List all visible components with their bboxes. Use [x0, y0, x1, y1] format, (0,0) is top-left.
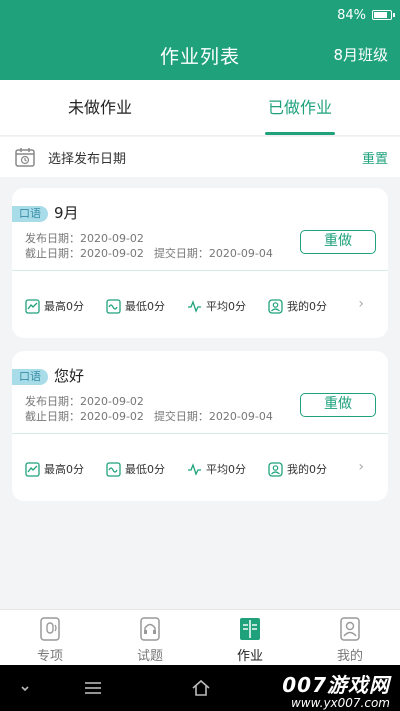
stat-avg-label: 平均0分 [206, 463, 246, 476]
app-header: 84% 作业列表 8月班级 [0, 0, 400, 80]
pulse-icon [188, 299, 201, 313]
date-row: 截止日期：2020-09-02 提交日期：2020-09-04 [25, 245, 273, 261]
submit-date: 提交日期：2020-09-04 [153, 410, 273, 423]
tab-bar: 未做作业 已做作业 [0, 80, 400, 136]
headphones-icon [140, 617, 160, 641]
trend-up-icon [25, 298, 40, 314]
stat-mine-label: 我的0分 [287, 300, 327, 313]
stat-min-label: 最低0分 [125, 300, 165, 313]
stat-mine: 我的0分 [268, 298, 327, 314]
date-row: 截止日期：2020-09-02 提交日期：2020-09-04 [25, 408, 273, 424]
battery-icon [372, 10, 395, 20]
stat-avg: 平均0分 [187, 461, 246, 477]
submit-date: 提交日期：2020-09-04 [153, 247, 273, 260]
user-icon [268, 461, 283, 477]
person-icon [340, 617, 360, 641]
stat-max: 最高0分 [25, 461, 84, 477]
type-badge: 口语 [12, 206, 48, 222]
nav-label: 专项 [36, 649, 63, 664]
publish-date: 发布日期：2020-09-02 [25, 232, 144, 245]
pulse-icon [188, 462, 201, 476]
stat-avg-label: 平均0分 [206, 300, 246, 313]
score-stats: 最高0分 最低0分 平均0分 我的0分 [25, 461, 349, 477]
book-icon [240, 618, 260, 640]
class-selector[interactable]: 8月班级 [333, 44, 388, 65]
status-bar: 84% [337, 6, 395, 24]
homework-card[interactable]: 口语 9月 发布日期：2020-09-02 截止日期：2020-09-02 提交日… [12, 188, 388, 338]
stat-min-label: 最低0分 [125, 463, 165, 476]
watermark: 007游戏网 www.yx007.com [282, 669, 390, 710]
deadline-date: 截止日期：2020-09-02 [25, 247, 144, 260]
tab-done[interactable]: 已做作业 [200, 80, 400, 135]
stat-avg: 平均0分 [187, 298, 246, 314]
stat-max-label: 最高0分 [44, 300, 84, 313]
trend-up-icon [25, 461, 40, 477]
system-navigation-bar: 007游戏网 www.yx007.com [0, 665, 400, 711]
tab-undone[interactable]: 未做作业 [0, 80, 200, 135]
chevron-right-icon[interactable]: › [358, 459, 364, 475]
nav-label: 作业 [236, 649, 263, 664]
homework-card[interactable]: 口语 您好 发布日期：2020-09-02 截止日期：2020-09-02 提交日… [12, 351, 388, 501]
homework-title: 您好 [54, 367, 85, 385]
nav-item-special[interactable]: 专项 [0, 610, 100, 665]
reset-button[interactable]: 重置 [362, 148, 388, 167]
type-badge: 口语 [12, 369, 48, 385]
score-stats: 最高0分 最低0分 平均0分 我的0分 [25, 298, 349, 314]
nav-label: 我的 [336, 649, 363, 664]
calendar-icon [15, 148, 35, 167]
nav-label: 试题 [136, 649, 163, 664]
stat-min: 最低0分 [106, 461, 165, 477]
filter-label: 选择发布日期 [48, 152, 127, 167]
watermark-url: www.yx007.com [290, 696, 390, 710]
stat-max-label: 最高0分 [44, 463, 84, 476]
stat-mine-label: 我的0分 [287, 463, 327, 476]
user-icon [268, 298, 283, 314]
stat-max: 最高0分 [25, 298, 84, 314]
chevron-down-icon[interactable] [14, 677, 36, 699]
redo-button[interactable]: 重做 [300, 230, 376, 254]
homework-title: 9月 [54, 204, 79, 222]
menu-icon[interactable] [82, 677, 104, 699]
wave-icon [106, 461, 121, 477]
battery-percent: 84% [337, 7, 366, 23]
bottom-nav: 专项 试题 作业 我的 [0, 609, 400, 665]
deadline-date: 截止日期：2020-09-02 [25, 410, 144, 423]
nav-item-homework[interactable]: 作业 [200, 610, 300, 665]
nav-item-exam[interactable]: 试题 [100, 610, 200, 665]
chevron-right-icon[interactable]: › [358, 296, 364, 312]
divider [12, 270, 388, 271]
wave-icon [106, 298, 121, 314]
home-icon[interactable] [190, 677, 212, 699]
date-filter[interactable]: 选择发布日期 重置 [0, 137, 400, 177]
stat-mine: 我的0分 [268, 461, 327, 477]
stat-min: 最低0分 [106, 298, 165, 314]
microphone-icon [40, 617, 60, 641]
publish-date: 发布日期：2020-09-02 [25, 395, 144, 408]
divider [12, 433, 388, 434]
nav-item-mine[interactable]: 我的 [300, 610, 400, 665]
watermark-title: 007游戏网 [282, 673, 390, 697]
redo-button[interactable]: 重做 [300, 393, 376, 417]
